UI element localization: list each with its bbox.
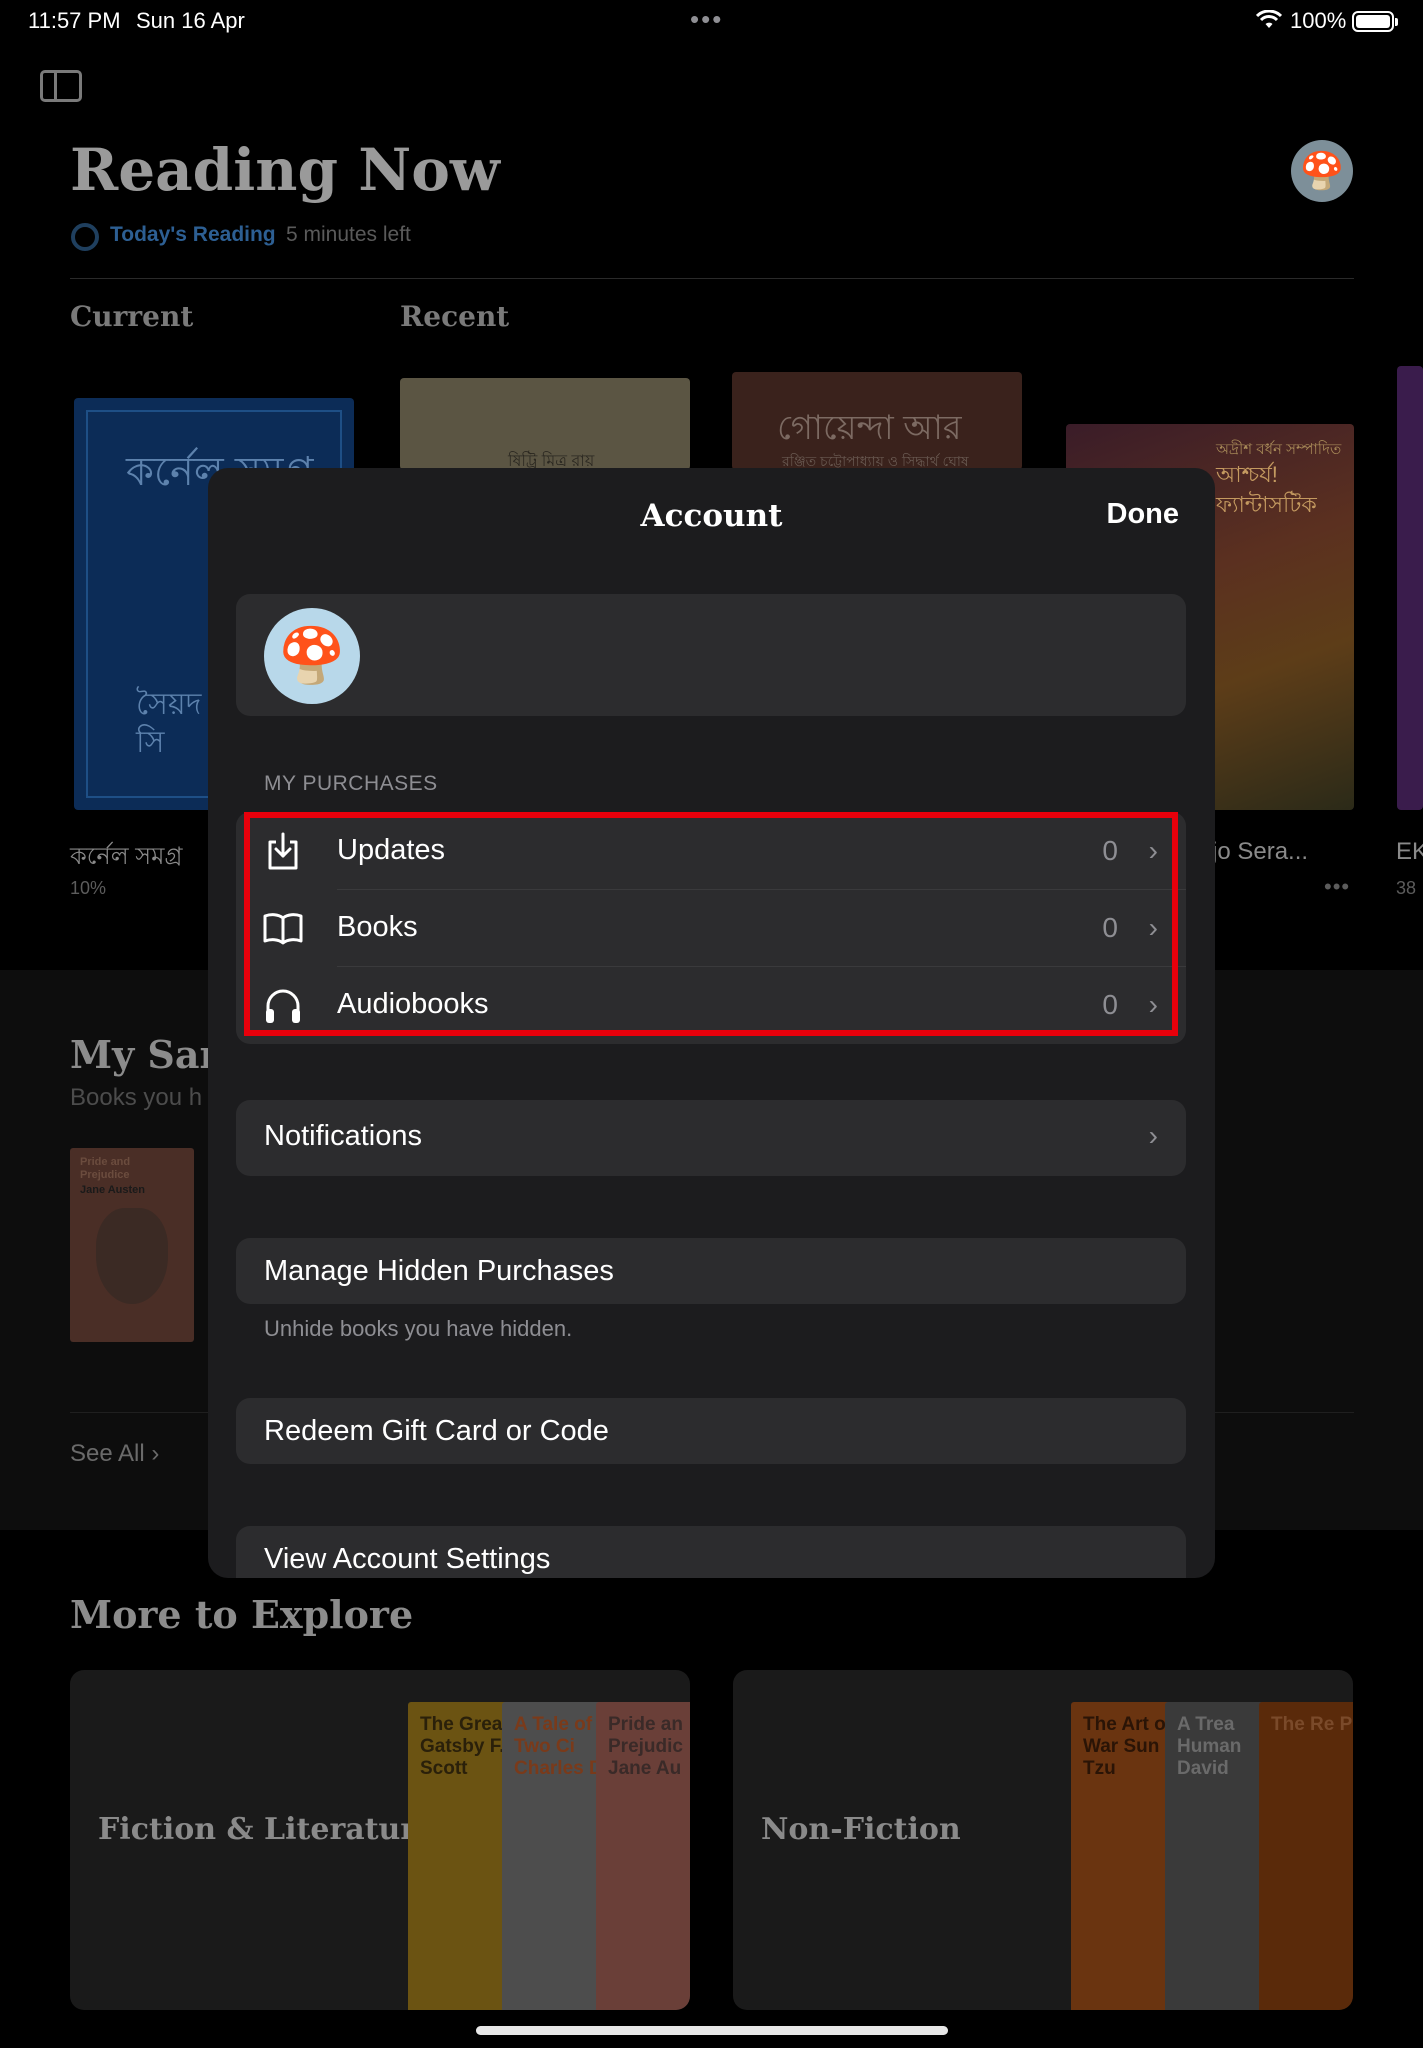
see-all-link[interactable]: See All › <box>70 1440 159 1468</box>
more-options-icon[interactable]: ••• <box>1324 874 1350 900</box>
chevron-right-icon: › <box>1148 1120 1158 1151</box>
home-indicator[interactable] <box>476 2026 948 2035</box>
view-account-settings-button[interactable]: View Account Settings <box>236 1526 1186 1578</box>
book-icon <box>263 913 303 945</box>
samples-subtitle: Books you h <box>70 1084 203 1111</box>
manage-hidden-footnote: Unhide books you have hidden. <box>264 1316 573 1341</box>
chevron-right-icon: › <box>1148 988 1158 1020</box>
book-title-label: কর্নেল সমগ্র <box>70 843 183 870</box>
book-cover-2[interactable]: ষিট্রি মিত্র রায় <box>400 378 690 470</box>
redeem-gift-card-button[interactable]: Redeem Gift Card or Code <box>236 1398 1186 1464</box>
todays-reading-link[interactable]: Today's Reading <box>110 223 276 247</box>
profile-card[interactable]: 🍄 <box>236 594 1186 716</box>
book-cover-text: ষিট্রি মিত্র রায় <box>508 453 595 470</box>
notifications-row[interactable]: Notifications › <box>236 1100 1186 1176</box>
row-label: Books <box>337 911 418 943</box>
manage-hidden-purchases-button[interactable]: Manage Hidden Purchases <box>236 1238 1186 1304</box>
row-label: Manage Hidden Purchases <box>264 1255 614 1287</box>
purchases-row-books[interactable]: Books 0 › <box>236 889 1186 966</box>
divider <box>70 278 1354 279</box>
my-purchases-header: MY PURCHASES <box>264 772 438 795</box>
book-title-label: jo Sera... <box>1212 838 1309 865</box>
book-cover-3[interactable]: গোয়েন্দা আর গোয়েন্দা রঞ্জিত চট্টোপাধ্য… <box>732 372 1022 470</box>
sample-book-author: Jane Austen <box>80 1184 146 1196</box>
row-label: View Account Settings <box>264 1543 551 1575</box>
book-progress: 10% <box>70 878 107 898</box>
mushroom-icon: 🍄 <box>1299 150 1345 191</box>
chevron-right-icon: › <box>1148 834 1158 866</box>
explore-card-nonfiction[interactable]: Non-Fiction The Art of War Sun Tzu A Tre… <box>733 1670 1353 2010</box>
book-title-label: EK <box>1396 838 1423 865</box>
done-button[interactable]: Done <box>1107 498 1180 531</box>
mini-book-cover: The Re Pl <box>1259 1702 1353 2010</box>
explore-card-fiction[interactable]: Fiction & Literature The Great Gatsby F.… <box>70 1670 690 2010</box>
row-label: Updates <box>337 834 446 866</box>
mushroom-icon: 🍄 <box>278 625 346 686</box>
profile-avatar: 🍄 <box>264 608 360 704</box>
book-cover-subtitle: রঞ্জিত চট্টোপাধ্যায় ও সিদ্ধার্থ ঘোষ <box>782 453 969 469</box>
purchases-row-audiobooks[interactable]: Audiobooks 0 › <box>236 966 1186 1043</box>
row-label: Audiobooks <box>337 988 489 1020</box>
explore-card-label: Non-Fiction <box>761 1812 961 1847</box>
purchases-row-updates[interactable]: Updates 0 › <box>236 812 1186 889</box>
row-label: Notifications <box>264 1120 422 1152</box>
sample-book-cover[interactable]: Pride and Prejudice Jane Austen <box>70 1148 194 1342</box>
row-count: 0 <box>1102 911 1118 943</box>
section-current: Current <box>70 300 194 333</box>
row-count: 0 <box>1102 834 1118 866</box>
section-recent: Recent <box>400 300 510 333</box>
mini-book-cover: Pride an Prejudic Jane Au <box>596 1702 690 2010</box>
explore-card-label: Fiction & Literature <box>98 1812 436 1847</box>
book-cover-title: আশ্চর্য! ফ্যান্টাসটিক <box>1216 462 1317 517</box>
sidebar-toggle-icon[interactable] <box>40 70 82 102</box>
reading-goal-ring-icon <box>71 223 99 251</box>
minutes-left-text: 5 minutes left <box>286 223 411 246</box>
account-sheet: Account Done 🍄 MY PURCHASES Updates 0 › … <box>208 468 1215 1578</box>
row-label: Redeem Gift Card or Code <box>264 1415 609 1447</box>
book-cover-author: সৈয়দ সি <box>136 688 202 759</box>
purchases-list: Updates 0 › Books 0 › Audiobooks 0 › <box>236 812 1186 1044</box>
headphones-icon <box>266 989 300 1023</box>
sample-book-title: Pride and Prejudice <box>80 1156 131 1181</box>
book-cover-5[interactable] <box>1397 366 1423 810</box>
row-count: 0 <box>1102 988 1118 1020</box>
download-tray-icon <box>268 832 298 870</box>
sheet-title: Account <box>640 498 783 534</box>
book-progress: 38 <box>1396 878 1417 898</box>
account-avatar-button[interactable]: 🍄 <box>1291 140 1353 202</box>
explore-title: More to Explore <box>70 1592 414 1637</box>
chevron-right-icon: › <box>1148 911 1158 943</box>
page-title: Reading Now <box>70 136 500 204</box>
